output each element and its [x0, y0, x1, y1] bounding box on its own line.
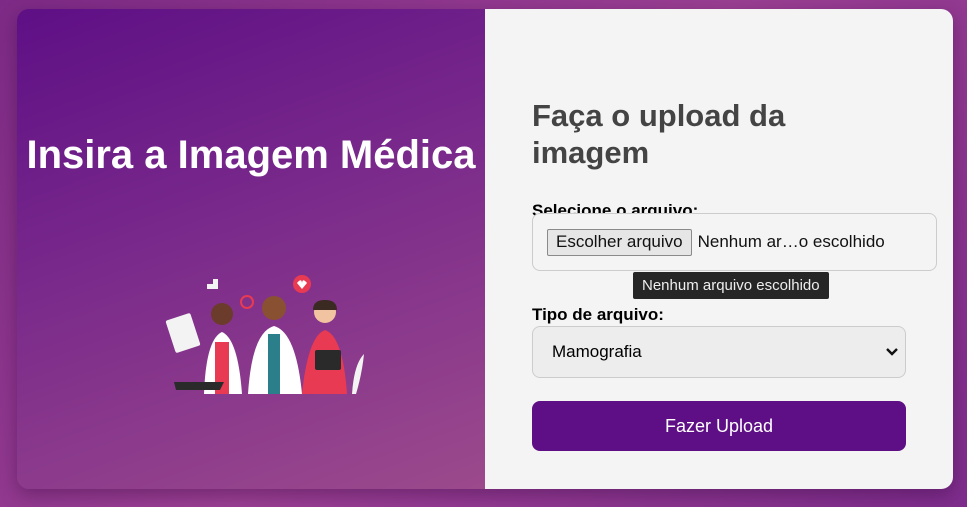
file-status: Nenhum ar…o escolhido	[697, 232, 885, 251]
intro-panel: Insira a Imagem Médica	[17, 9, 485, 489]
upload-title: Faça o upload da imagem	[532, 98, 786, 170]
medical-team-illustration	[165, 275, 364, 394]
intro-title: Insira a Imagem Médica	[26, 133, 476, 177]
file-input[interactable]: Escolher arquivo Nenhum ar…o escolhido	[532, 213, 937, 271]
upload-card: Insira a Imagem Médica Faça o upload da …	[17, 9, 953, 489]
type-select[interactable]: Mamografia	[532, 326, 906, 378]
type-label: Tipo de arquivo:	[532, 305, 664, 324]
type-selected-value: Mamografia	[552, 342, 642, 361]
file-tooltip: Nenhum arquivo escolhido	[633, 272, 829, 299]
choose-file-button[interactable]: Escolher arquivo	[547, 228, 692, 256]
upload-button[interactable]: Fazer Upload	[532, 401, 906, 451]
chevron-down-icon	[886, 348, 898, 356]
upload-panel: Faça o upload da imagem Selecione o arqu…	[485, 9, 953, 489]
